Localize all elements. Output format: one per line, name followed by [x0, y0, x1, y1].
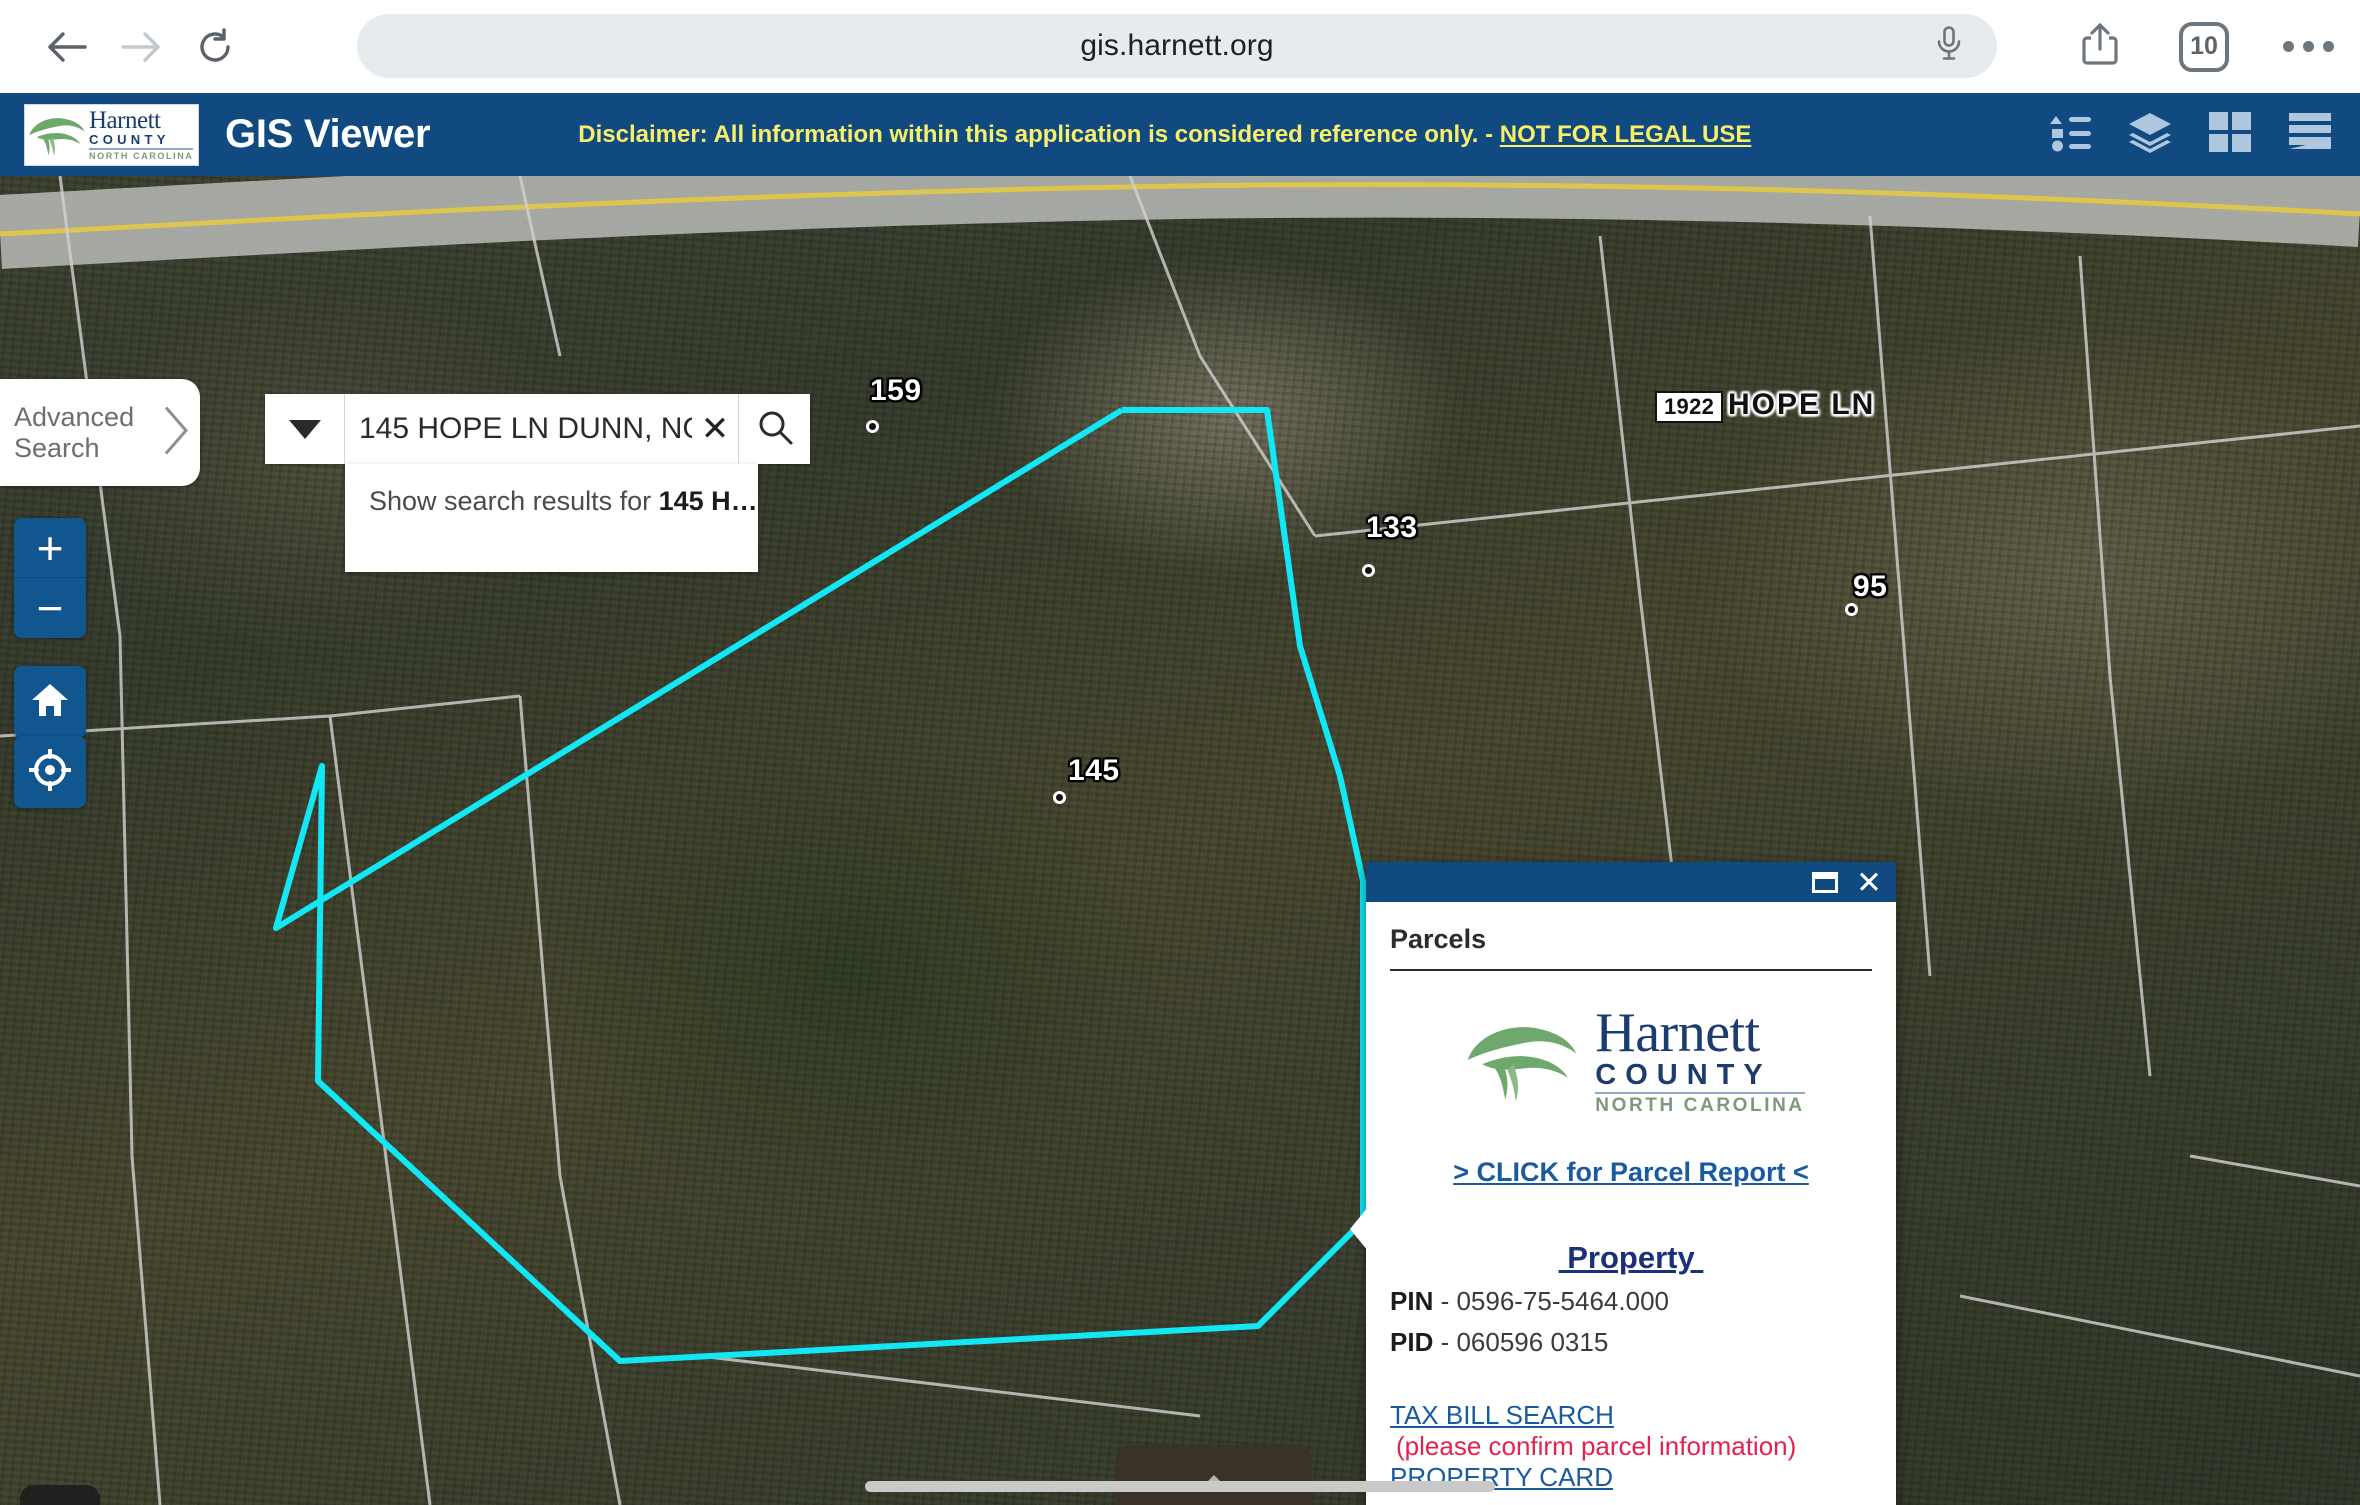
logo-name: Harnett: [89, 107, 161, 134]
advanced-search-label: Advanced Search: [14, 402, 135, 463]
app-header: Harnett COUNTY NORTH CAROLINA GIS Viewer…: [0, 93, 2360, 176]
tab-handle[interactable]: [1116, 1445, 1312, 1505]
locate-crosshair-icon: [27, 746, 73, 796]
search-widget: ✕ Show search results for 145 H…: [265, 394, 810, 572]
home-indicator: [865, 1481, 1495, 1492]
suggestion-prefix: Show search results for: [369, 486, 659, 516]
basemap-toggle-button[interactable]: [20, 1485, 100, 1505]
logo-county: COUNTY: [89, 133, 194, 150]
popup-link-list: TAX BILL SEARCH (please confirm parcel i…: [1366, 1400, 1896, 1493]
pin-label: PIN: [1390, 1286, 1434, 1316]
popup-logo-county: COUNTY: [1595, 1061, 1805, 1094]
zoom-control-group: + −: [14, 518, 86, 638]
zoom-in-icon: +: [36, 521, 64, 574]
header-tool-group: [2030, 93, 2350, 176]
logo-state: NORTH CAROLINA: [89, 151, 194, 161]
chevron-right-icon: [160, 403, 192, 462]
feature-popup: ✕ Parcels Harnett COUNTY NORTH CAROLINA …: [1350, 862, 1896, 1505]
popup-logo: Harnett COUNTY NORTH CAROLINA: [1366, 1005, 1896, 1115]
zoom-out-button[interactable]: −: [14, 578, 86, 638]
disclaimer-text: Disclaimer: All information within this …: [578, 120, 1500, 148]
tab-count-badge: 10: [2179, 21, 2229, 72]
chevron-down-icon: [288, 419, 321, 439]
lot-lines: [0, 176, 2360, 1505]
address-point-marker: [1053, 791, 1066, 804]
search-submit-button[interactable]: [738, 394, 810, 464]
back-button[interactable]: [30, 10, 104, 84]
address-label: 133: [1366, 511, 1418, 544]
address-bar[interactable]: gis.harnett.org: [357, 14, 1997, 78]
layers-button[interactable]: [2110, 93, 2190, 176]
tree-logo-icon: [1467, 1027, 1577, 1102]
attribute-table-icon: [2287, 111, 2333, 158]
pid-value: 060596 0315: [1456, 1327, 1609, 1357]
disclaimer-emphasis: NOT FOR LEGAL USE: [1499, 120, 1752, 148]
address-label: 95: [1853, 570, 1888, 603]
forward-button[interactable]: [104, 10, 178, 84]
legend-button[interactable]: [2030, 93, 2110, 176]
attribute-table-button[interactable]: [2270, 93, 2350, 176]
maximize-icon[interactable]: [1812, 871, 1839, 893]
pid-field: PID - 060596 0315: [1390, 1327, 1609, 1357]
reload-button[interactable]: [178, 10, 252, 84]
road-name-label: HOPE LN: [1728, 388, 1876, 421]
popup-divider: [1390, 969, 1872, 971]
tab-overview-button[interactable]: 10: [2152, 0, 2256, 93]
my-location-button[interactable]: [14, 736, 86, 808]
eagleview-basemap-icon: [35, 1500, 85, 1505]
search-suggestion-item[interactable]: Show search results for 145 H…: [345, 464, 758, 572]
address-point-marker: [1362, 564, 1375, 577]
search-source-dropdown[interactable]: [265, 394, 345, 464]
page-title: GIS Viewer: [225, 112, 431, 156]
address-point-marker: [866, 420, 879, 433]
map-canvas[interactable]: 159 133 145 95 1922 HOPE LN Advanced Sea…: [0, 176, 2360, 1505]
parcel-layer: [0, 176, 2360, 1505]
basemap-gallery-button[interactable]: [2190, 93, 2270, 176]
share-icon: [2080, 21, 2120, 72]
pid-label: PID: [1390, 1327, 1434, 1357]
zoom-in-button[interactable]: +: [14, 518, 86, 578]
clear-search-button[interactable]: ✕: [692, 394, 738, 464]
popup-layer-title: Parcels: [1390, 924, 1487, 954]
browser-toolbar: gis.harnett.org 10: [0, 0, 2360, 93]
layers-icon: [2127, 111, 2173, 158]
share-button[interactable]: [2048, 0, 2152, 93]
search-bar: ✕: [265, 394, 810, 464]
default-extent-button[interactable]: [14, 666, 86, 738]
parcel-report-link[interactable]: > CLICK for Parcel Report <: [1366, 1157, 1896, 1188]
more-options-button[interactable]: [2256, 0, 2360, 93]
pin-value: 0596-75-5464.000: [1456, 1286, 1669, 1316]
reload-icon: [195, 27, 235, 67]
search-icon: [756, 408, 794, 451]
back-arrow-icon: [46, 29, 88, 65]
more-options-icon: [2282, 41, 2334, 52]
url-text: gis.harnett.org: [1080, 29, 1274, 62]
popup-logo-name: Harnett: [1595, 1002, 1760, 1064]
property-section-heading[interactable]: Property: [1366, 1240, 1896, 1276]
tree-logo-icon: [29, 117, 85, 156]
popup-titlebar: ✕: [1366, 862, 1896, 902]
address-label: 159: [870, 374, 922, 407]
popup-logo-state: NORTH CAROLINA: [1595, 1095, 1805, 1116]
close-icon[interactable]: ✕: [1856, 867, 1882, 898]
basemap-gallery-icon: [2208, 111, 2252, 158]
pin-field: PIN - 0596-75-5464.000: [1390, 1286, 1669, 1316]
route-shield: 1922: [1655, 391, 1724, 423]
microphone-icon[interactable]: [1935, 25, 1963, 68]
address-point-marker: [1845, 603, 1858, 616]
home-icon: [30, 681, 70, 724]
forward-arrow-icon: [120, 29, 162, 65]
harnett-county-logo: Harnett COUNTY NORTH CAROLINA: [24, 103, 199, 166]
zoom-out-icon: −: [36, 582, 64, 634]
disclaimer-banner: Disclaimer: All information within this …: [578, 121, 1751, 149]
confirm-parcel-note: (please confirm parcel information): [1396, 1431, 1797, 1461]
address-label: 145: [1068, 754, 1120, 787]
tax-bill-search-link[interactable]: TAX BILL SEARCH: [1390, 1400, 1896, 1431]
search-input[interactable]: [345, 394, 692, 464]
advanced-search-tab[interactable]: Advanced Search: [0, 379, 200, 486]
suggestion-term: 145 H…: [658, 486, 758, 516]
legend-icon: [2048, 111, 2092, 158]
